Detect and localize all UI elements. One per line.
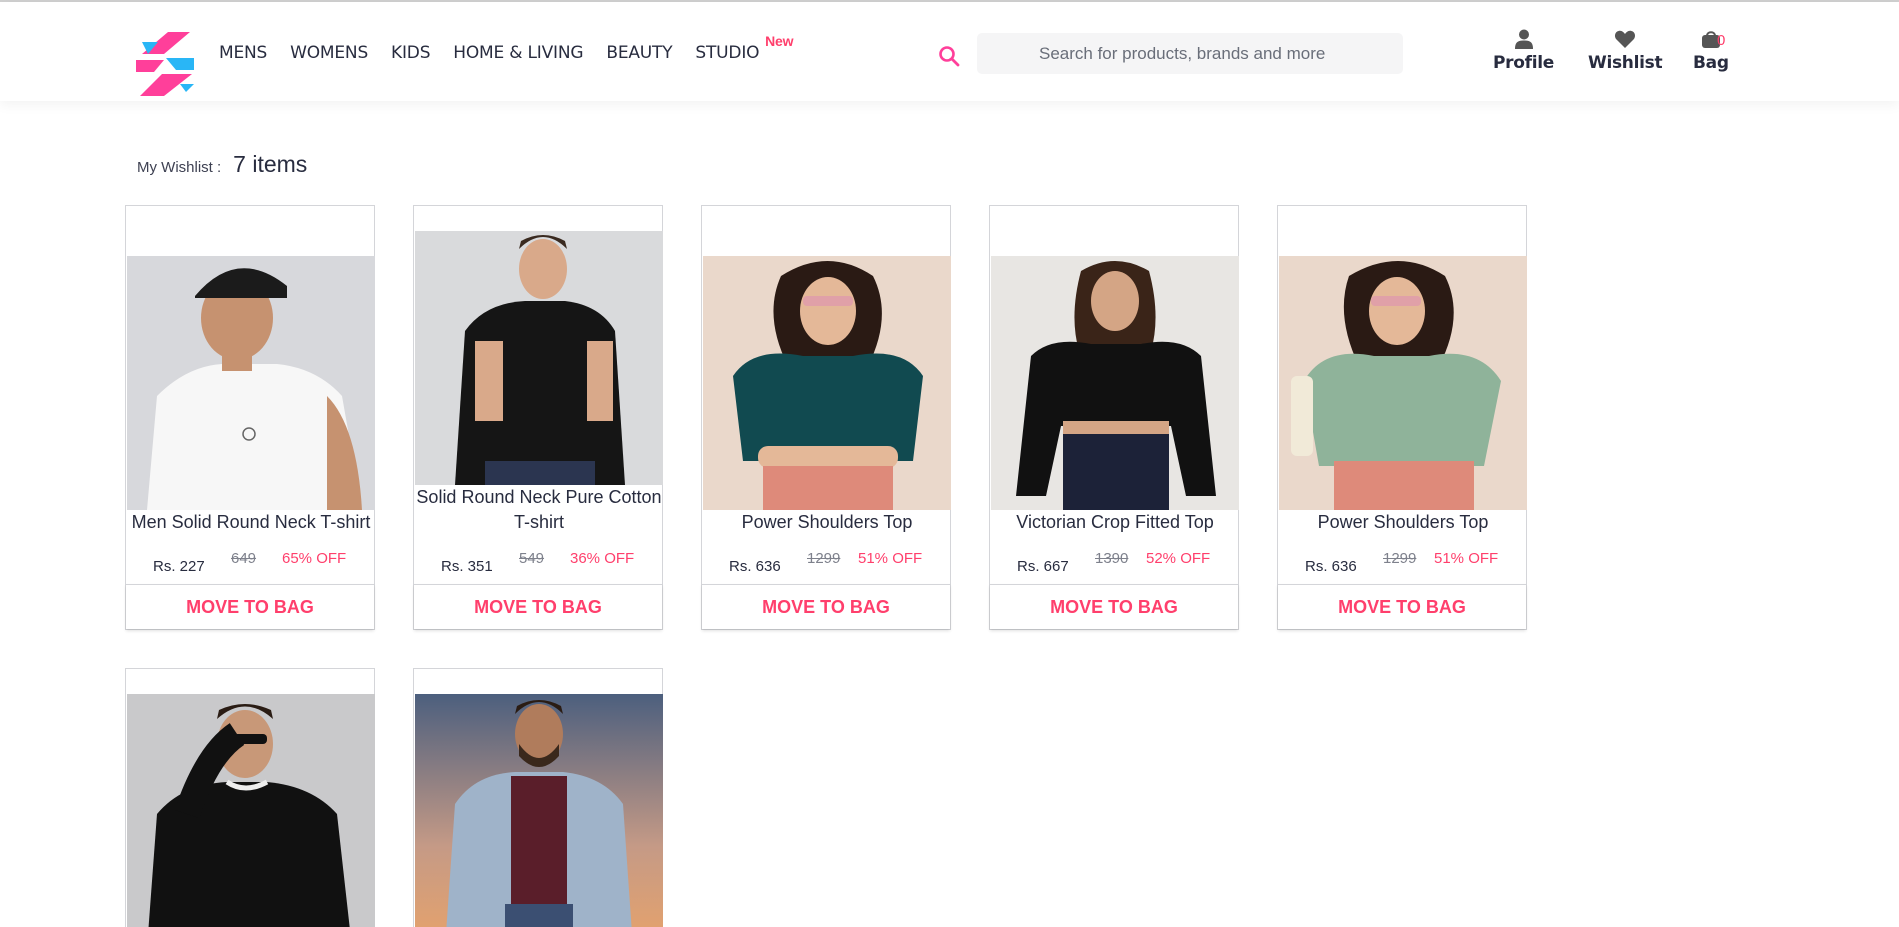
bag-button[interactable]: 0 Bag	[1693, 28, 1729, 73]
wishlist-heading: My Wishlist : 7 items	[137, 151, 307, 178]
wishlist-grid: Men Solid Round Neck T-shirt Rs. 227 649…	[125, 205, 1545, 927]
nav-home-living[interactable]: HOME & LIVING	[453, 43, 583, 63]
discount-label: 52% OFF	[1146, 550, 1211, 567]
new-badge: New	[765, 33, 794, 49]
move-to-bag-button[interactable]: MOVE TO BAG	[414, 584, 662, 629]
bag-label: Bag	[1693, 53, 1729, 73]
search-input[interactable]	[977, 33, 1403, 74]
product-title[interactable]: Solid Round Neck Pure Cotton T-shirt	[414, 485, 664, 535]
bag-count: 0	[1717, 32, 1726, 49]
wishlist-card: Men Solid Round Neck T-shirt Rs. 227 649…	[125, 205, 375, 630]
wishlist-item-count: 7 items	[233, 151, 308, 177]
man-black-tshirt-image	[415, 231, 663, 485]
man-white-tshirt-image	[127, 256, 375, 510]
product-title[interactable]: Power Shoulders Top	[1278, 510, 1528, 535]
original-price: 549	[519, 550, 545, 567]
search-icon[interactable]	[937, 44, 961, 68]
product-image[interactable]	[991, 256, 1239, 510]
wishlist-card: Victorian Crop Fitted Top Rs. 667 1390 5…	[989, 205, 1239, 630]
original-price: 1390	[1095, 550, 1129, 567]
discount-label: 51% OFF	[1434, 550, 1499, 567]
man-black-sweatshirt-image	[127, 694, 375, 927]
move-to-bag-button[interactable]: MOVE TO BAG	[1278, 584, 1526, 629]
profile-label: Profile	[1493, 53, 1555, 73]
wishlist-label-text: My Wishlist :	[137, 159, 222, 176]
move-to-bag-button[interactable]: MOVE TO BAG	[990, 584, 1238, 629]
man-denim-jacket-image	[415, 694, 663, 927]
product-title[interactable]: Victorian Crop Fitted Top	[990, 510, 1240, 535]
product-image[interactable]	[415, 694, 663, 927]
price-row: Rs. 227 649 65% OFF	[126, 550, 376, 575]
nav-studio-label: STUDIO	[695, 43, 760, 63]
original-price: 649	[231, 550, 257, 567]
original-price: 1299	[807, 550, 841, 567]
wishlist-card	[125, 668, 375, 927]
nav-womens[interactable]: WOMENS	[290, 43, 368, 63]
product-title[interactable]: Power Shoulders Top	[702, 510, 952, 535]
price-row: Rs. 636 1299 51% OFF	[1278, 550, 1528, 575]
original-price: 1299	[1383, 550, 1417, 567]
selling-price: Rs. 667	[1017, 558, 1069, 575]
profile-button[interactable]: Profile	[1493, 28, 1554, 73]
wishlist-card	[413, 668, 663, 927]
selling-price: Rs. 636	[1305, 558, 1357, 575]
woman-teal-top-image	[703, 256, 951, 510]
nav-kids[interactable]: KIDS	[391, 43, 430, 63]
wishlist-card: Power Shoulders Top Rs. 636 1299 51% OFF…	[1277, 205, 1527, 630]
move-to-bag-button[interactable]: MOVE TO BAG	[126, 584, 374, 629]
site-header: MENS WOMENS KIDS HOME & LIVING BEAUTY ST…	[0, 2, 1899, 101]
selling-price: Rs. 351	[441, 558, 493, 575]
wishlist-card: Solid Round Neck Pure Cotton T-shirt Rs.…	[413, 205, 663, 630]
selling-price: Rs. 636	[729, 558, 781, 575]
selling-price: Rs. 227	[153, 558, 205, 575]
heart-icon	[1615, 30, 1636, 48]
woman-black-crop-top-image	[991, 256, 1239, 510]
product-image[interactable]	[415, 231, 663, 485]
wishlist-card: Power Shoulders Top Rs. 636 1299 51% OFF…	[701, 205, 951, 630]
product-image[interactable]	[127, 256, 375, 510]
price-row: Rs. 667 1390 52% OFF	[990, 550, 1240, 575]
user-icon	[1514, 29, 1533, 49]
nav-mens[interactable]: MENS	[219, 43, 267, 63]
brand-logo[interactable]	[134, 30, 196, 98]
woman-sage-top-image	[1279, 256, 1527, 510]
wishlist-button[interactable]: Wishlist	[1588, 28, 1663, 73]
product-image[interactable]	[127, 694, 375, 927]
discount-label: 36% OFF	[570, 550, 635, 567]
price-row: Rs. 351 549 36% OFF	[414, 550, 664, 575]
main-nav: MENS WOMENS KIDS HOME & LIVING BEAUTY ST…	[219, 33, 794, 63]
product-image[interactable]	[1279, 256, 1527, 510]
move-to-bag-button[interactable]: MOVE TO BAG	[702, 584, 950, 629]
price-row: Rs. 636 1299 51% OFF	[702, 550, 952, 575]
nav-studio[interactable]: STUDIO New	[695, 33, 793, 63]
product-title[interactable]: Men Solid Round Neck T-shirt	[126, 510, 376, 535]
discount-label: 65% OFF	[282, 550, 347, 567]
product-image[interactable]	[703, 256, 951, 510]
nav-beauty[interactable]: BEAUTY	[606, 43, 672, 63]
wishlist-label: Wishlist	[1588, 53, 1663, 73]
discount-label: 51% OFF	[858, 550, 923, 567]
